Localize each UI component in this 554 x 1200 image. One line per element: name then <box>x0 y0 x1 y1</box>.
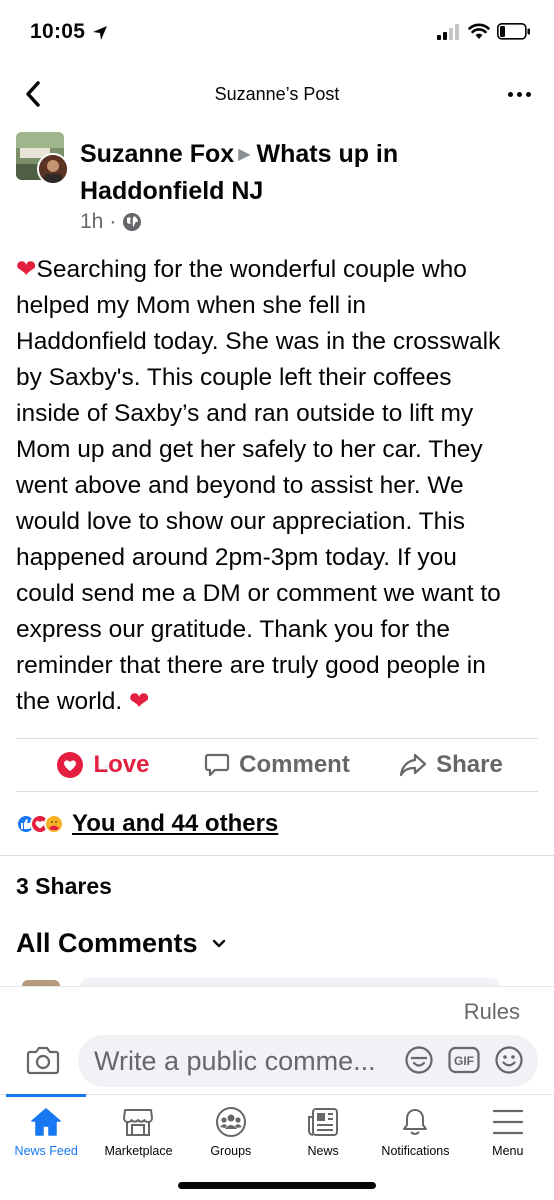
post-text-line: could send me a DM or comment we want to <box>16 580 501 607</box>
home-indicator[interactable] <box>178 1182 376 1189</box>
tab-news[interactable]: News <box>277 1095 369 1174</box>
comment-bubble-icon <box>205 753 230 777</box>
comment-input[interactable]: Write a public comme... GIF <box>78 1035 538 1087</box>
gif-icon[interactable]: GIF <box>448 1046 480 1074</box>
chevron-down-icon <box>212 939 225 947</box>
reaction-icons <box>16 814 64 834</box>
tab-label: News Feed <box>14 1144 78 1158</box>
post-text-line: Haddonfield today. She was in the crossw… <box>16 328 501 355</box>
meta-separator: · <box>109 210 117 233</box>
bell-icon <box>403 1109 428 1135</box>
location-arrow-icon <box>93 26 107 40</box>
tab-label: Notifications <box>381 1144 450 1158</box>
post-text-line: would love to show our appreciation. Thi… <box>16 508 465 535</box>
group-rules-link[interactable]: Rules <box>464 999 520 1025</box>
more-options-button[interactable] <box>504 82 534 106</box>
profile-photo-icon <box>39 155 67 183</box>
comment-sort-label: All Comments <box>16 928 198 958</box>
tab-label: News <box>307 1144 339 1158</box>
post-text-line: helped my Mom when she fell in <box>16 292 366 319</box>
post-action-bar: Love Comment Share <box>16 738 538 792</box>
more-dot-icon <box>507 91 513 97</box>
post-text-line: reminder that there are truly good peopl… <box>16 652 486 679</box>
svg-text:GIF: GIF <box>454 1054 474 1068</box>
tab-groups[interactable]: Groups <box>185 1095 277 1174</box>
comment-sort-dropdown[interactable]: All Comments <box>16 928 226 959</box>
post-text-line: by Saxby's. This couple left their coffe… <box>16 364 452 391</box>
post-author-line: Suzanne Fox ▶ Whats up in Haddonfield NJ <box>80 136 540 209</box>
love-label: Love <box>93 751 150 778</box>
post-text-line: the world. ❤ <box>16 688 150 715</box>
post-text-line: happened around 2pm-3pm today. If you <box>16 544 457 571</box>
post-meta: 1h · <box>80 210 142 234</box>
camera-icon[interactable] <box>26 1045 60 1075</box>
post-text-line: ❤Searching for the wonderful couple who <box>16 256 467 283</box>
red-heart-emoji-icon: ❤ <box>16 256 37 283</box>
tab-menu[interactable]: Menu <box>462 1095 554 1174</box>
post-text: ❤Searching for the wonderful couple who … <box>16 252 542 720</box>
bottom-tab-bar: News Feed Marketplace Groups News Notifi… <box>0 1094 554 1174</box>
emoji-icon[interactable] <box>494 1045 524 1075</box>
post-header-bar: Suzanne’s Post <box>0 62 554 126</box>
news-icon <box>308 1108 339 1136</box>
comment-button[interactable]: Comment <box>190 739 364 791</box>
status-bar: 10:05 <box>0 0 554 62</box>
globe-icon <box>123 213 142 231</box>
tab-label: Menu <box>492 1144 524 1158</box>
more-dot-icon <box>525 91 531 97</box>
page-title: Suzanne’s Post <box>214 84 340 104</box>
care-reaction-icon <box>44 814 64 834</box>
reactions-summary[interactable]: You and 44 others <box>16 808 278 840</box>
cellular-signal-icon <box>437 24 459 40</box>
more-dot-icon <box>516 91 522 97</box>
author-avatar[interactable] <box>37 153 69 185</box>
reactions-count-link[interactable]: You and 44 others <box>72 810 278 838</box>
tab-marketplace[interactable]: Marketplace <box>92 1095 184 1174</box>
share-button[interactable]: Share <box>364 739 538 791</box>
tab-label: Marketplace <box>104 1144 173 1158</box>
red-heart-emoji-icon: ❤ <box>129 688 150 715</box>
composer-icons: GIF <box>404 1045 524 1075</box>
comment-label: Comment <box>239 751 350 778</box>
post-text-line: Mom up and get her safely to her car. Th… <box>16 436 483 463</box>
shares-count[interactable]: 3 Shares <box>16 873 112 900</box>
comment-placeholder: Write a public comme... <box>94 1045 376 1076</box>
battery-icon <box>497 23 530 40</box>
share-label: Share <box>436 751 503 778</box>
avatar-sticker-icon[interactable] <box>404 1045 434 1075</box>
post-text-line: express our gratitude. Thank you for the <box>16 616 450 643</box>
post-text-line: inside of Saxby’s and ran outside to lif… <box>16 400 474 427</box>
tab-news-feed[interactable]: News Feed <box>0 1094 92 1174</box>
wifi-icon <box>468 23 490 39</box>
groups-icon <box>215 1107 246 1137</box>
status-time: 10:05 <box>30 20 86 43</box>
marketplace-shop-icon <box>123 1109 154 1136</box>
comment-bubble[interactable] <box>80 978 500 986</box>
love-button[interactable]: Love <box>16 739 190 791</box>
home-icon <box>31 1108 61 1136</box>
love-reaction-icon <box>57 752 84 778</box>
author-name-link[interactable]: Suzanne Fox <box>80 140 234 168</box>
section-divider <box>0 855 554 856</box>
post-time[interactable]: 1h <box>80 210 103 234</box>
tab-notifications[interactable]: Notifications <box>369 1095 461 1174</box>
share-arrow-icon <box>400 753 427 777</box>
hamburger-menu-icon <box>492 1109 523 1135</box>
tab-label: Groups <box>210 1144 252 1158</box>
post-text-line: went above and beyond to assist her. We <box>16 472 464 499</box>
triangle-right-icon: ▶ <box>238 146 251 164</box>
comment-composer: Rules Write a public comme... GIF <box>0 986 554 1094</box>
